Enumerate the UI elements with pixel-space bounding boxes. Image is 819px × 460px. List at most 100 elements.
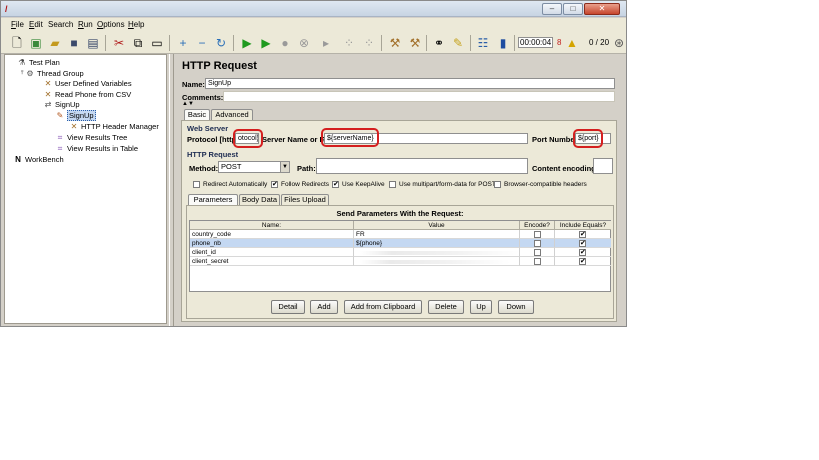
detail-button[interactable]: Detail <box>271 300 305 314</box>
remote-start-all-icon[interactable]: ⁘ <box>341 35 357 51</box>
test-plan-tree: ⚗ Test Plan ⫯ ⚙ Thread Group ✕ User Defined… <box>4 54 167 324</box>
minimize-button[interactable]: – <box>542 3 562 15</box>
menu-search[interactable]: Search <box>48 20 73 29</box>
cut-icon[interactable]: ✂ <box>111 35 127 51</box>
col-encode-header[interactable]: Encode? <box>520 221 555 230</box>
web-server-title: Web Server <box>187 124 229 133</box>
search-icon[interactable]: ⚭ <box>431 35 447 51</box>
tree-item-view-results-tree[interactable]: ⌗ View Results Tree <box>55 132 128 143</box>
param-name-cell[interactable]: client_secret <box>190 257 354 266</box>
function-helper-icon[interactable]: ☷ <box>475 35 491 51</box>
new-icon[interactable]: 🗋 <box>9 35 25 51</box>
close-button[interactable]: ✕ <box>584 3 620 15</box>
tab-advanced[interactable]: Advanced <box>211 109 253 120</box>
warning-count[interactable]: 8 <box>557 38 561 47</box>
start-no-pause-icon[interactable]: ▶ <box>258 35 274 51</box>
jmeter-window: / – □ ✕ File Edit Search Run Options Hel… <box>0 0 627 327</box>
add-from-clipboard-button[interactable]: Add from Clipboard <box>344 300 422 314</box>
stop-icon[interactable]: ● <box>277 35 293 51</box>
delete-button[interactable]: Delete <box>428 300 464 314</box>
param-value-cell[interactable]: FR <box>354 230 520 239</box>
shutdown-icon[interactable]: ⊗ <box>296 35 312 51</box>
clear-icon[interactable]: ⚒ <box>387 35 403 51</box>
reset-search-icon[interactable]: ✎ <box>450 35 466 51</box>
toggle-icon[interactable]: ↻ <box>213 35 229 51</box>
param-name-cell[interactable]: client_id <box>190 248 354 257</box>
tree-item-test-plan[interactable]: ⚗ Test Plan <box>17 57 59 68</box>
path-label: Path: <box>297 164 316 173</box>
encode-checkbox[interactable] <box>534 231 541 238</box>
start-icon[interactable]: ▶ <box>239 35 255 51</box>
tab-parameters[interactable]: Parameters <box>188 194 238 205</box>
expand-all-icon[interactable]: + <box>175 35 191 51</box>
save-as-icon[interactable]: ▤ <box>85 35 101 51</box>
listener-icon: ⌗ <box>57 132 63 142</box>
workbench-icon: N <box>15 154 21 164</box>
browser-compatible-checkbox[interactable]: Browser-compatible headers <box>494 181 587 188</box>
help-icon[interactable]: ▮ <box>495 35 511 51</box>
test-plan-icon: ⚗ <box>18 57 26 67</box>
protocol-highlight <box>233 129 263 148</box>
chevron-down-icon[interactable]: ▼ <box>280 162 289 172</box>
up-button[interactable]: Up <box>470 300 492 314</box>
tree-item-signup-controller[interactable]: ⇄ SignUp <box>43 99 80 110</box>
warning-icon[interactable]: ▲ <box>564 35 580 51</box>
col-include-header[interactable]: Include Equals? <box>555 221 611 230</box>
include-equals-checkbox[interactable]: ✔ <box>579 240 586 247</box>
maximize-button[interactable]: □ <box>563 3 583 15</box>
tree-item-user-defined-variables[interactable]: ✕ User Defined Variables <box>43 78 132 89</box>
name-field[interactable]: SignUp <box>205 78 615 89</box>
collapse-all-icon[interactable]: − <box>194 35 210 51</box>
menu-options[interactable]: Options <box>97 20 125 29</box>
editor-panel: HTTP Request Name: SignUp Comments: ▲▼ B… <box>178 56 624 324</box>
param-value-cell[interactable]: ${phone} <box>354 239 520 248</box>
panel-divider-arrows[interactable]: ▲▼ <box>182 101 194 107</box>
method-select[interactable]: POST ▼ <box>218 161 290 173</box>
tab-basic[interactable]: Basic <box>184 109 210 120</box>
paste-icon[interactable]: ▭ <box>149 35 165 51</box>
col-value-header[interactable]: Value <box>354 221 520 230</box>
param-name-cell[interactable]: phone_nb <box>190 239 354 248</box>
split-divider[interactable] <box>169 54 174 326</box>
remote-stop-all-icon[interactable]: ⁘ <box>361 35 377 51</box>
tree-item-view-results-table[interactable]: ⌗ View Results in Table <box>55 143 138 154</box>
encode-checkbox[interactable] <box>534 249 541 256</box>
comments-field[interactable] <box>223 91 615 102</box>
tree-item-http-header-manager[interactable]: ✕ HTTP Header Manager <box>69 121 159 132</box>
save-icon[interactable]: ■ <box>66 35 82 51</box>
redirect-auto-checkbox[interactable]: Redirect Automatically <box>193 181 267 188</box>
config-icon: ✕ <box>44 78 52 88</box>
copy-icon[interactable]: ⧉ <box>130 35 146 51</box>
content-encoding-field[interactable] <box>593 158 613 174</box>
server-highlight <box>321 128 379 147</box>
title-bar[interactable]: / – □ ✕ <box>1 1 626 17</box>
sampler-icon: ✎ <box>56 110 64 120</box>
follow-redirects-checkbox[interactable]: ✔ Follow Redirects <box>271 181 329 188</box>
include-equals-checkbox[interactable]: ✔ <box>579 249 586 256</box>
include-equals-checkbox[interactable]: ✔ <box>579 258 586 265</box>
menu-help[interactable]: Help <box>128 20 144 29</box>
menu-edit[interactable]: Edit <box>29 20 43 29</box>
tab-files-upload[interactable]: Files Upload <box>281 194 329 205</box>
down-button[interactable]: Down <box>498 300 534 314</box>
keepalive-checkbox[interactable]: ✔ Use KeepAlive <box>332 181 385 188</box>
menu-file[interactable]: File <box>11 20 24 29</box>
jmeter-feather-icon: / <box>5 4 8 14</box>
col-name-header[interactable]: Name: <box>190 221 354 230</box>
param-name-cell[interactable]: country_code <box>190 230 354 239</box>
expand-toggle[interactable]: ⫯ <box>21 70 24 77</box>
tab-body-data[interactable]: Body Data <box>239 194 280 205</box>
menu-run[interactable]: Run <box>78 20 93 29</box>
remote-start-icon[interactable]: ▸ <box>318 35 334 51</box>
multipart-checkbox[interactable]: Use multipart/form-data for POST <box>389 181 496 188</box>
clear-all-icon[interactable]: ⚒ <box>407 35 423 51</box>
open-icon[interactable]: ▰ <box>47 35 63 51</box>
templates-icon[interactable]: ▣ <box>28 35 44 51</box>
encode-checkbox[interactable] <box>534 258 541 265</box>
tree-item-workbench[interactable]: N WorkBench <box>13 154 64 165</box>
tree-item-signup-sampler[interactable]: ✎ SignUp <box>55 110 96 121</box>
encode-checkbox[interactable] <box>534 240 541 247</box>
path-field[interactable] <box>316 158 528 174</box>
include-equals-checkbox[interactable]: ✔ <box>579 231 586 238</box>
add-button[interactable]: Add <box>310 300 338 314</box>
